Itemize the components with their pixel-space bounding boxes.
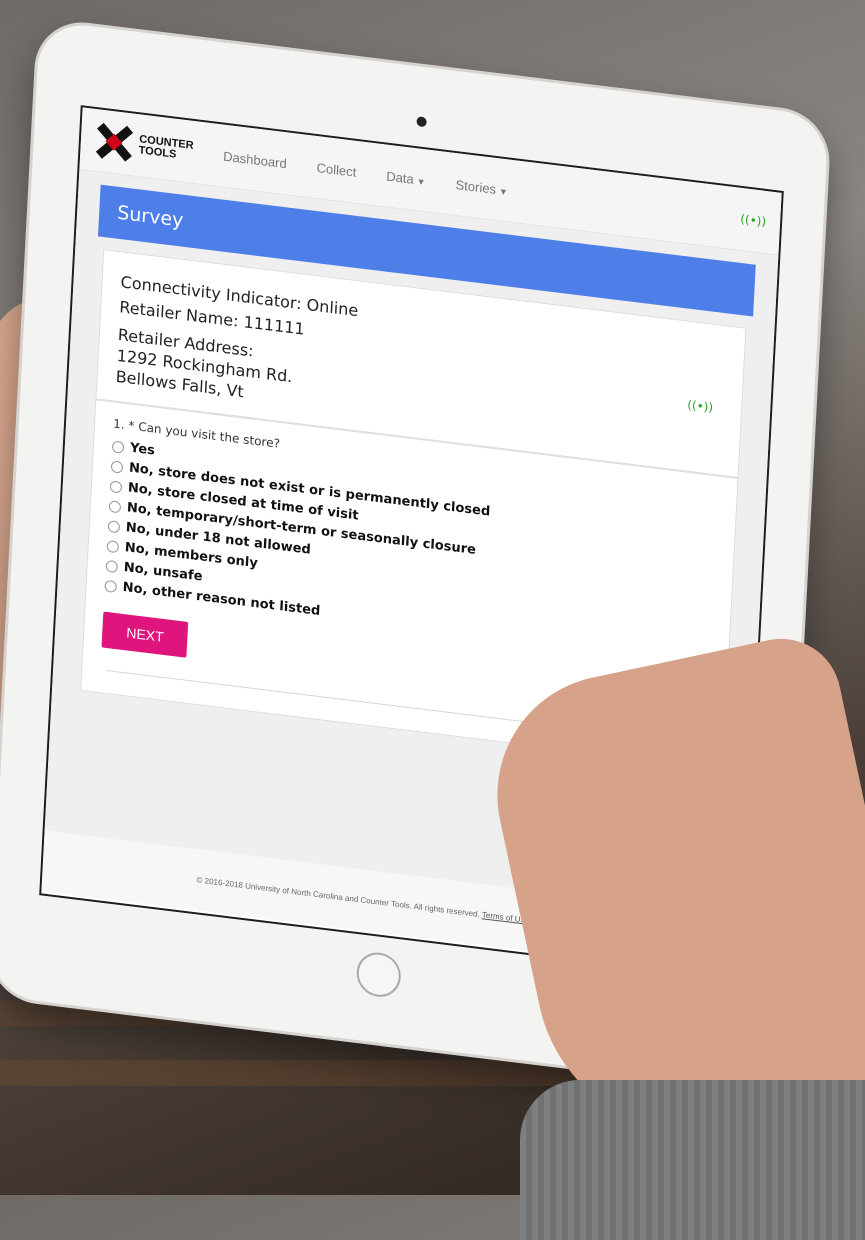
- radio-button[interactable]: [110, 459, 124, 474]
- home-button[interactable]: [355, 950, 402, 1000]
- logo-text: COUNTER TOOLS: [138, 133, 194, 161]
- front-camera: [416, 116, 427, 128]
- radio-button[interactable]: [109, 479, 123, 494]
- caret-down-icon: ▼: [416, 175, 426, 187]
- radio-button[interactable]: [107, 519, 121, 533]
- logo-icon: [94, 121, 134, 163]
- counter-tools-logo[interactable]: COUNTER TOOLS: [94, 121, 194, 171]
- next-button[interactable]: NEXT: [101, 611, 189, 658]
- wifi-signal-icon: ((•)): [739, 211, 767, 229]
- radio-button[interactable]: [108, 499, 122, 514]
- copyright-text: © 2016-2018 University of North Carolina…: [196, 875, 481, 919]
- online-signal-icon: ((•)): [686, 397, 714, 415]
- sweater-sleeve: [520, 1080, 865, 1240]
- caret-down-icon: ▼: [498, 185, 509, 197]
- nav-collect[interactable]: Collect: [316, 160, 356, 180]
- nav-stories-dropdown[interactable]: Stories ▼: [455, 177, 508, 198]
- radio-button[interactable]: [106, 539, 120, 553]
- radio-button[interactable]: [111, 439, 125, 454]
- radio-button[interactable]: [105, 559, 119, 573]
- nav-data-dropdown[interactable]: Data ▼: [386, 168, 426, 188]
- nav-dashboard[interactable]: Dashboard: [223, 148, 287, 171]
- radio-button[interactable]: [104, 579, 118, 593]
